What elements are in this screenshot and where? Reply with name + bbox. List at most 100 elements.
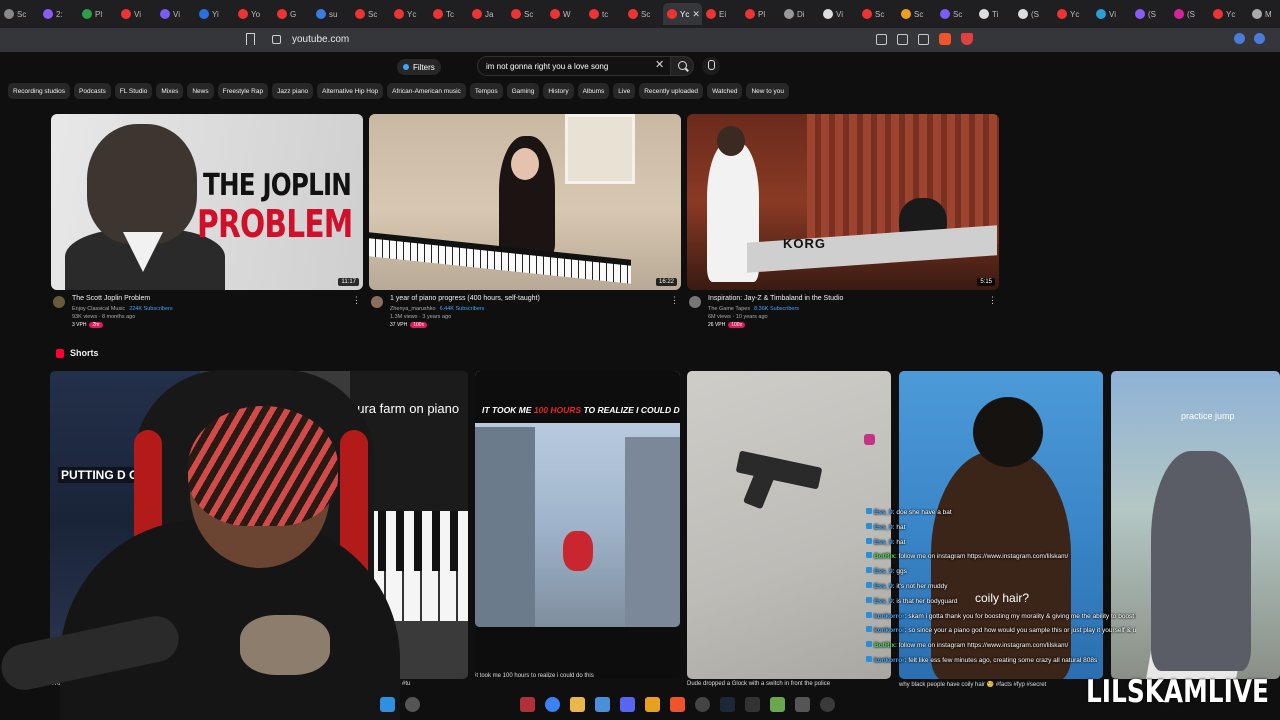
browser-tab[interactable]: 2: <box>39 3 78 25</box>
close-tab-icon[interactable]: ✕ <box>692 9 700 20</box>
browser-tab[interactable]: Yc <box>1209 3 1248 25</box>
clear-search-icon[interactable]: ✕ <box>655 58 664 71</box>
app-icon[interactable] <box>770 696 785 712</box>
app-icon[interactable] <box>645 696 660 712</box>
channel-avatar[interactable] <box>689 296 701 308</box>
filter-chip[interactable]: Gaming <box>506 83 540 99</box>
filter-chip[interactable]: FL Studio <box>114 83 153 99</box>
filter-chip[interactable]: Alternative Hip Hop <box>317 83 384 99</box>
short-card[interactable]: practice jump <box>1111 371 1280 679</box>
browser-tab[interactable]: Sc <box>0 3 39 25</box>
filter-chip[interactable]: Recording studios <box>8 83 71 99</box>
channel-name[interactable]: Enjoy Classical Music 224K Subscribers <box>72 306 173 312</box>
channel-avatar[interactable] <box>53 296 65 308</box>
browser-tab[interactable]: M <box>1248 3 1280 25</box>
steam-icon[interactable] <box>720 696 735 712</box>
filter-chip[interactable]: Recently uploaded <box>639 83 704 99</box>
browser-tab[interactable]: tc <box>585 3 624 25</box>
folder-icon[interactable] <box>570 696 585 712</box>
browser-tab[interactable]: W <box>546 3 585 25</box>
search-icon[interactable] <box>405 696 420 712</box>
filter-chip[interactable]: African-American music <box>387 83 466 99</box>
short-caption[interactable]: it took me 100 hours to realize i could … <box>475 673 594 679</box>
video-thumbnail[interactable]: KORG 5:15 <box>687 114 999 290</box>
extension-icon[interactable] <box>1254 33 1265 44</box>
voice-search-button[interactable] <box>702 57 720 75</box>
flag-icon[interactable] <box>520 696 535 712</box>
windows-start-icon[interactable] <box>380 696 395 712</box>
channel-avatar[interactable] <box>371 296 383 308</box>
extension-icon[interactable] <box>1234 33 1245 44</box>
store-icon[interactable] <box>595 696 610 712</box>
browser-tab[interactable]: Sc <box>897 3 936 25</box>
search-input[interactable]: im not gonna right you a love song <box>477 56 671 76</box>
browser-tab[interactable]: Sc <box>507 3 546 25</box>
filter-chip[interactable]: New to you <box>746 83 790 99</box>
cast-icon[interactable] <box>897 33 908 45</box>
filter-chip[interactable]: Tempos <box>469 83 503 99</box>
browser-tab[interactable]: Di <box>780 3 819 25</box>
browser-tab[interactable]: (S <box>1170 3 1209 25</box>
video-title[interactable]: 1 year of piano progress (400 hours, sel… <box>390 295 540 302</box>
channel-name[interactable]: The Game Tapes 8.36K Subscribers <box>708 306 799 312</box>
browser-tab[interactable]: Ja <box>468 3 507 25</box>
browser-tab[interactable]: (S <box>1014 3 1053 25</box>
short-caption[interactable]: why black people have coily hair 🧐 #fact… <box>899 681 1046 720</box>
filters-button[interactable]: Filters <box>397 59 441 75</box>
video-thumbnail[interactable]: 16:22 <box>369 114 681 290</box>
video-thumbnail[interactable]: THE JOPLIN PROBLEM 11:17 <box>51 114 363 290</box>
browser-tab[interactable]: Vi <box>156 3 195 25</box>
app-icon[interactable] <box>745 696 760 712</box>
filter-chip[interactable]: History <box>543 83 574 99</box>
filter-chip[interactable]: News <box>187 83 214 99</box>
filter-chip[interactable]: Live <box>613 83 636 99</box>
browser-tab[interactable]: G <box>273 3 312 25</box>
share-icon[interactable] <box>918 33 929 45</box>
video-title[interactable]: The Scott Joplin Problem <box>72 295 150 302</box>
edge-icon[interactable] <box>545 696 560 712</box>
brave-rewards-icon[interactable] <box>961 33 973 45</box>
browser-tab[interactable]: Sc <box>936 3 975 25</box>
bookmark-icon[interactable] <box>246 33 255 45</box>
browser-tab[interactable]: Yc <box>1053 3 1092 25</box>
browser-tab[interactable]: Vi <box>1092 3 1131 25</box>
more-options-icon[interactable]: ⋮ <box>670 295 679 306</box>
browser-tab[interactable]: Ei <box>702 3 741 25</box>
search-button[interactable] <box>670 56 694 76</box>
filter-chip[interactable]: Mixes <box>156 83 184 99</box>
browser-tab[interactable]: Vi <box>819 3 858 25</box>
video-card[interactable]: 16:22 1 year of piano progress (400 hour… <box>369 114 681 336</box>
short-card[interactable]: IT TOOK ME 100 HOURS TO REALIZE I COULD … <box>475 371 680 627</box>
browser-tab[interactable]: Ti <box>975 3 1014 25</box>
site-info-icon[interactable] <box>272 35 281 44</box>
video-card[interactable]: KORG 5:15 Inspiration: Jay-Z & Timbaland… <box>687 114 999 336</box>
filter-chip[interactable]: Freestyle Rap <box>217 83 269 99</box>
channel-name[interactable]: Zhenya_marushko 6.44K Subscribers <box>390 306 485 312</box>
browser-tab[interactable]: Vi <box>117 3 156 25</box>
filter-chip[interactable]: Jazz piano <box>272 83 314 99</box>
app-icon[interactable] <box>795 696 810 712</box>
browser-tab[interactable]: Pl <box>741 3 780 25</box>
brave-icon[interactable] <box>670 696 685 712</box>
more-options-icon[interactable]: ⋮ <box>352 295 361 306</box>
filter-chip[interactable]: Podcasts <box>74 83 111 99</box>
browser-tab[interactable]: Pl <box>78 3 117 25</box>
filter-chip[interactable]: Watched <box>707 83 743 99</box>
address-bar[interactable]: youtube.com <box>292 34 349 45</box>
browser-tab[interactable]: Tc <box>429 3 468 25</box>
browser-tab[interactable]: Yc ✕ <box>663 3 702 25</box>
browser-tab[interactable]: su <box>312 3 351 25</box>
video-card[interactable]: THE JOPLIN PROBLEM 11:17 The Scott Jopli… <box>51 114 363 336</box>
video-title[interactable]: Inspiration: Jay-Z & Timbaland in the St… <box>708 295 843 302</box>
more-options-icon[interactable]: ⋮ <box>988 295 997 306</box>
zoom-icon[interactable] <box>876 33 887 45</box>
browser-tab[interactable]: Sc <box>351 3 390 25</box>
brave-shields-icon[interactable] <box>939 33 951 45</box>
app-icon[interactable] <box>820 696 835 712</box>
browser-tab[interactable]: Yi <box>195 3 234 25</box>
browser-tab[interactable]: Sc <box>858 3 897 25</box>
browser-tab[interactable]: Sc <box>624 3 663 25</box>
browser-tab[interactable]: Yc <box>390 3 429 25</box>
short-card[interactable] <box>687 371 891 679</box>
filter-chip[interactable]: Albums <box>577 83 610 99</box>
